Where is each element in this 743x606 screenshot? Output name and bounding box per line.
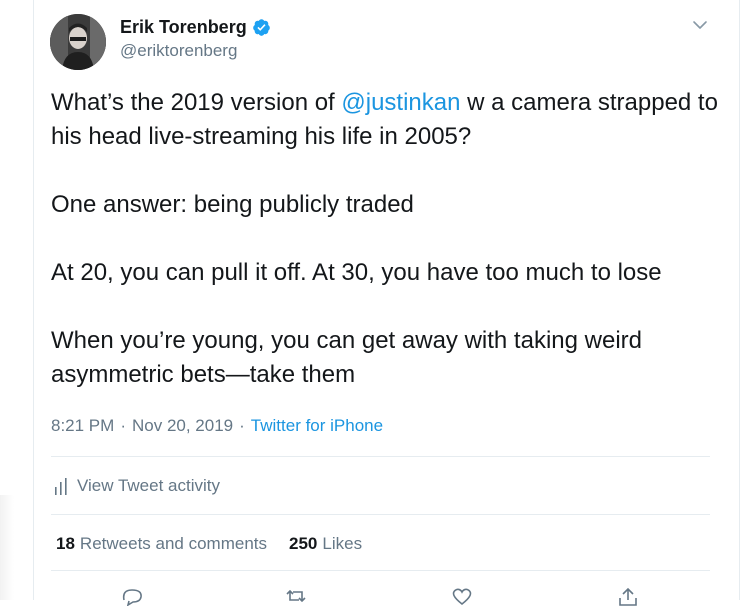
activity-label: View Tweet activity [77,476,220,495]
retweet-icon[interactable] [283,586,309,606]
author-handle[interactable]: @eriktorenberg [120,41,237,61]
share-icon[interactable] [615,586,641,606]
meta-separator: · [120,416,126,435]
tweet-text-segment: What’s the 2019 version of [51,89,342,116]
avatar[interactable] [50,14,106,70]
tweet-date[interactable]: Nov 20, 2019 [132,416,233,436]
tweet-paragraph: One answer: being publicly traded [51,191,414,218]
likes-stat[interactable]: 250 Likes [289,534,362,554]
author-name[interactable]: Erik Torenberg [120,17,247,38]
view-tweet-activity-button[interactable]: View Tweet activity [53,476,220,496]
tweet-meta: 8:21 PM · Nov 20, 2019 · Twitter for iPh… [51,416,383,436]
divider [51,570,710,571]
tweet-stats: 18 Retweets and comments 250 Likes [56,534,362,554]
retweets-count: 18 [56,534,75,553]
tweet-time[interactable]: 8:21 PM [51,416,114,436]
retweets-stat[interactable]: 18 Retweets and comments [56,534,267,554]
divider [51,456,710,457]
mention-link[interactable]: @justinkan [341,89,460,116]
tweet-paragraph: When you’re young, you can get away with… [51,327,642,388]
reply-icon[interactable] [119,586,145,606]
likes-count: 250 [289,534,318,553]
bar-chart-icon [55,478,67,495]
background-shadow [0,495,14,600]
divider [51,514,710,515]
tweet-paragraph: At 20, you can pull it off. At 30, you h… [51,259,662,286]
likes-label: Likes [322,534,363,553]
tweet-text: What’s the 2019 version of @justinkan w … [51,86,721,392]
retweets-label: Retweets and comments [79,534,268,553]
meta-separator: · [239,416,245,435]
chevron-down-icon[interactable] [690,17,710,33]
verified-badge-icon [252,19,270,36]
heart-icon[interactable] [449,586,475,606]
tweet-source-link[interactable]: Twitter for iPhone [251,416,383,436]
tweet-paragraph: What’s the 2019 version of @justinkan w … [51,86,721,154]
